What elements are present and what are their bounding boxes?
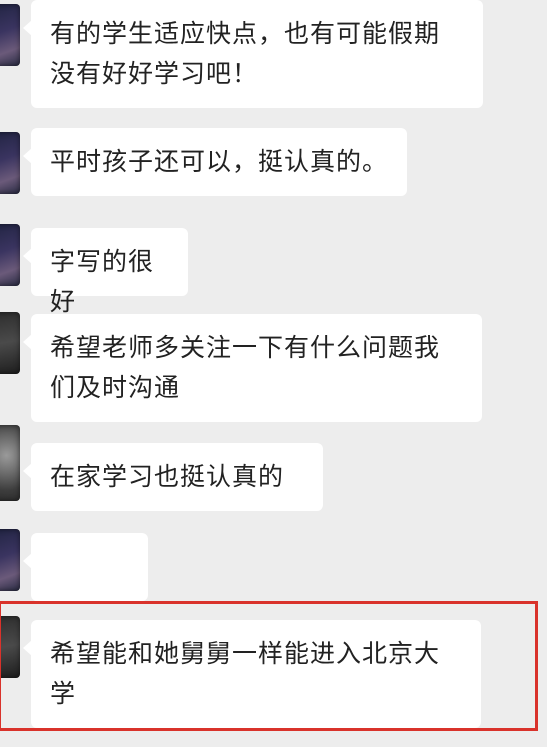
sender-avatar[interactable] <box>0 132 20 194</box>
sender-avatar[interactable] <box>0 425 20 501</box>
sender-avatar[interactable] <box>0 529 20 591</box>
sender-avatar[interactable] <box>0 4 20 66</box>
message-bubble[interactable]: 平时孩子还可以，挺认真的。 <box>23 128 407 196</box>
sender-avatar[interactable] <box>0 312 20 374</box>
message-bubble[interactable]: 字写的很好 <box>23 228 188 316</box>
message-bubble[interactable]: 好的 <box>23 533 148 700</box>
message-bubble[interactable]: 在家学习也挺认真的 <box>23 443 323 511</box>
sender-avatar[interactable] <box>0 224 20 286</box>
chat-message-list: 有的学生适应快点，也有可能假期 没有好好学习吧！ 平时孩子还可以，挺认真的。 字… <box>0 0 547 731</box>
highlight-box <box>0 601 538 731</box>
message-bubble[interactable]: 希望老师多关注一下有什么问题我 们及时沟通 <box>23 314 482 422</box>
message-bubble[interactable]: 有的学生适应快点，也有可能假期 没有好好学习吧！ <box>23 0 483 108</box>
